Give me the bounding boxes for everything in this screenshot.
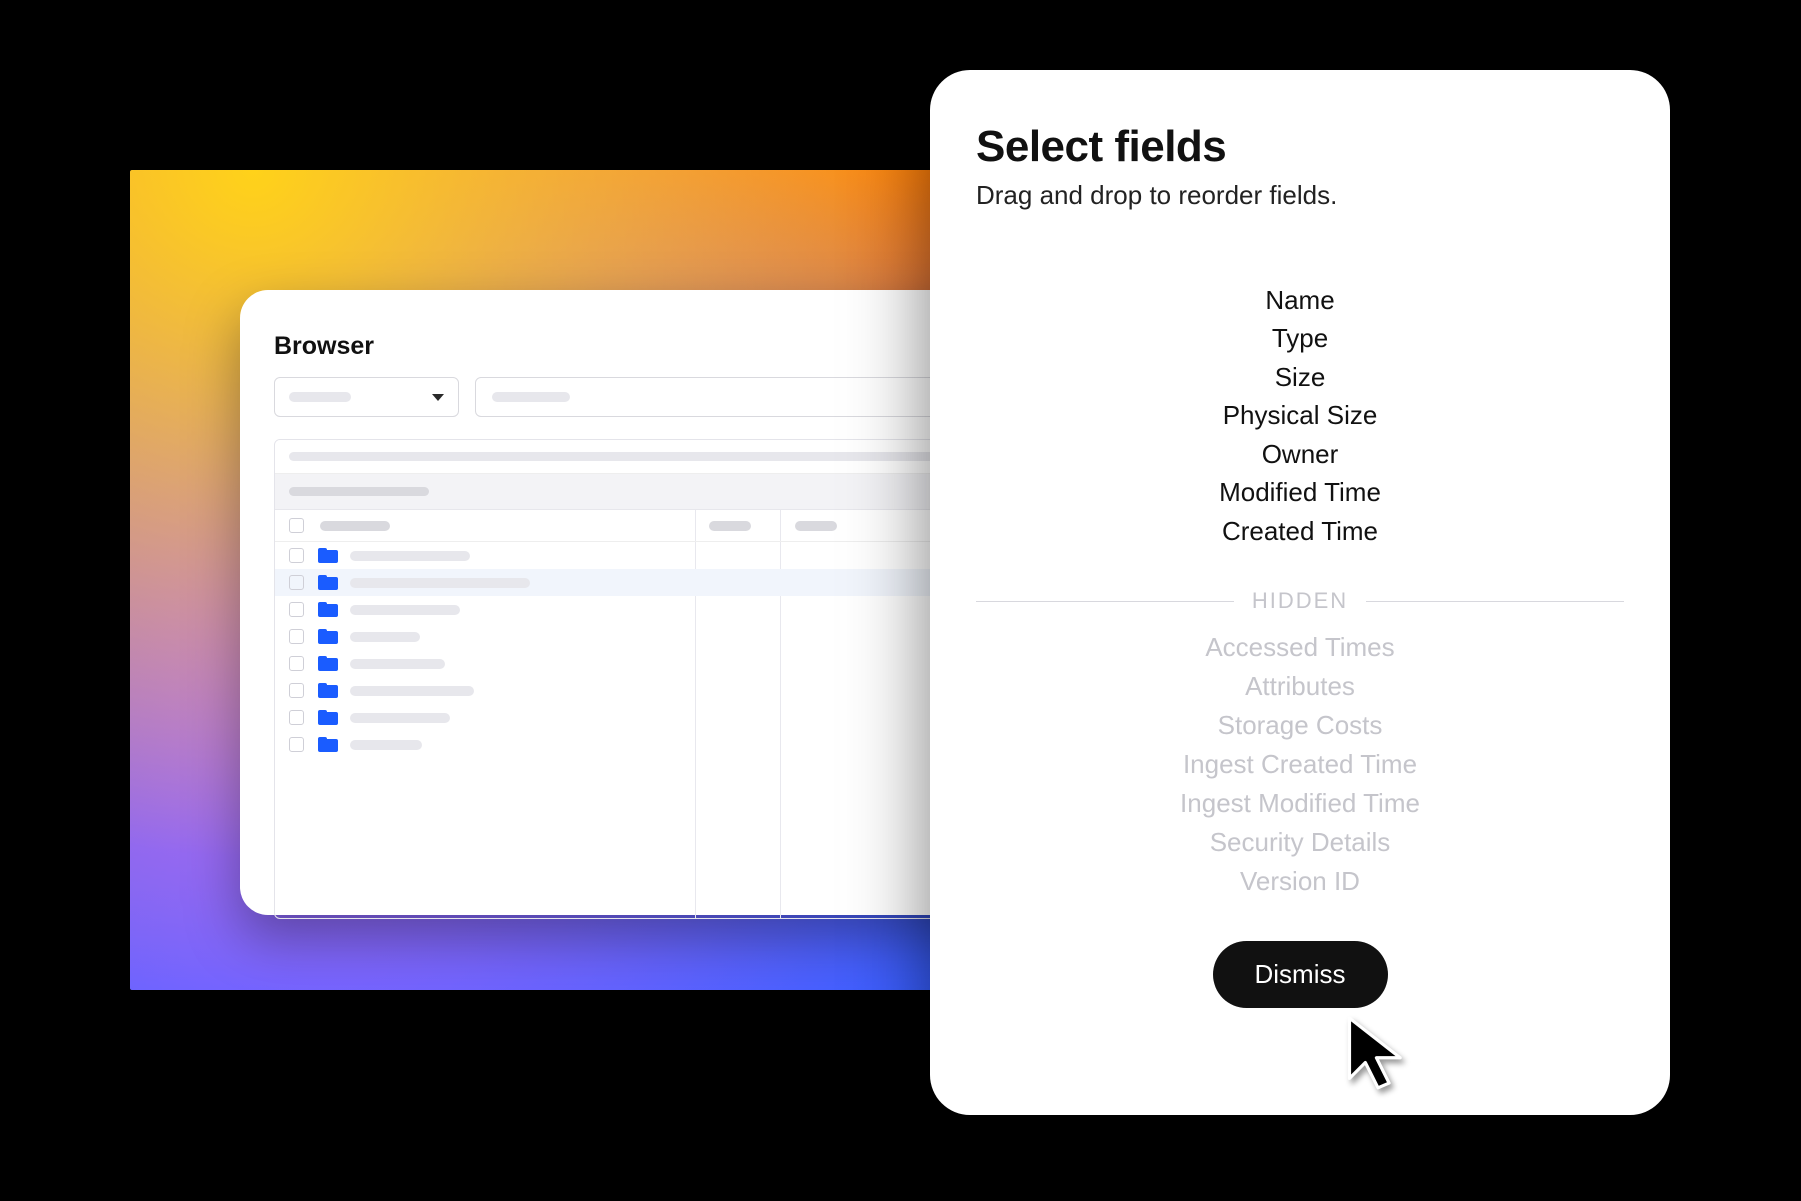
folder-icon [318, 656, 338, 671]
group-header-placeholder [289, 487, 429, 496]
dismiss-button[interactable]: Dismiss [1213, 941, 1388, 1008]
folder-icon [318, 683, 338, 698]
hidden-field-item[interactable]: Ingest Modified Time [976, 784, 1624, 823]
visible-field-item[interactable]: Owner [976, 435, 1624, 473]
row-name-placeholder [350, 740, 422, 750]
separator-line [1366, 601, 1624, 602]
folder-icon [318, 602, 338, 617]
separator-line [976, 601, 1234, 602]
folder-icon [318, 548, 338, 563]
hidden-field-item[interactable]: Security Details [976, 823, 1624, 862]
row-name-placeholder [350, 686, 474, 696]
search-placeholder [492, 392, 570, 402]
folder-icon [318, 575, 338, 590]
row-checkbox[interactable] [289, 548, 304, 563]
row-checkbox[interactable] [289, 710, 304, 725]
select-fields-dialog: Select fields Drag and drop to reorder f… [930, 70, 1670, 1115]
column-header-3[interactable] [795, 521, 837, 531]
chevron-down-icon [432, 394, 444, 401]
stage: Browser [0, 0, 1801, 1201]
row-checkbox[interactable] [289, 737, 304, 752]
folder-icon [318, 737, 338, 752]
visible-field-item[interactable]: Modified Time [976, 473, 1624, 511]
visible-field-item[interactable]: Size [976, 358, 1624, 396]
hidden-label: HIDDEN [1252, 588, 1348, 614]
folder-icon [318, 710, 338, 725]
row-checkbox[interactable] [289, 602, 304, 617]
row-name-placeholder [350, 578, 530, 588]
hidden-field-item[interactable]: Version ID [976, 862, 1624, 901]
hidden-fields-list: Accessed TimesAttributesStorage CostsIng… [976, 628, 1624, 901]
row-checkbox[interactable] [289, 575, 304, 590]
hidden-field-item[interactable]: Ingest Created Time [976, 745, 1624, 784]
column-header-name[interactable] [320, 521, 390, 531]
column-header-2[interactable] [709, 521, 751, 531]
row-checkbox[interactable] [289, 683, 304, 698]
row-name-placeholder [350, 605, 460, 615]
dialog-title: Select fields [976, 122, 1624, 172]
hidden-field-item[interactable]: Accessed Times [976, 628, 1624, 667]
row-name-placeholder [350, 632, 420, 642]
hidden-field-item[interactable]: Attributes [976, 667, 1624, 706]
hidden-separator: HIDDEN [976, 588, 1624, 614]
visible-fields-list: NameTypeSizePhysical SizeOwnerModified T… [976, 281, 1624, 550]
column-divider [780, 510, 781, 541]
select-all-checkbox[interactable] [289, 518, 304, 533]
row-name-placeholder [350, 551, 470, 561]
row-name-placeholder [350, 659, 445, 669]
visible-field-item[interactable]: Type [976, 319, 1624, 357]
folder-icon [318, 629, 338, 644]
visible-field-item[interactable]: Created Time [976, 512, 1624, 550]
hidden-field-item[interactable]: Storage Costs [976, 706, 1624, 745]
row-checkbox[interactable] [289, 629, 304, 644]
visible-field-item[interactable]: Physical Size [976, 396, 1624, 434]
visible-field-item[interactable]: Name [976, 281, 1624, 319]
dialog-subtitle: Drag and drop to reorder fields. [976, 180, 1624, 211]
row-checkbox[interactable] [289, 656, 304, 671]
column-divider [695, 510, 696, 541]
filter-select-placeholder [289, 392, 351, 402]
filter-select[interactable] [274, 377, 459, 417]
row-name-placeholder [350, 713, 450, 723]
